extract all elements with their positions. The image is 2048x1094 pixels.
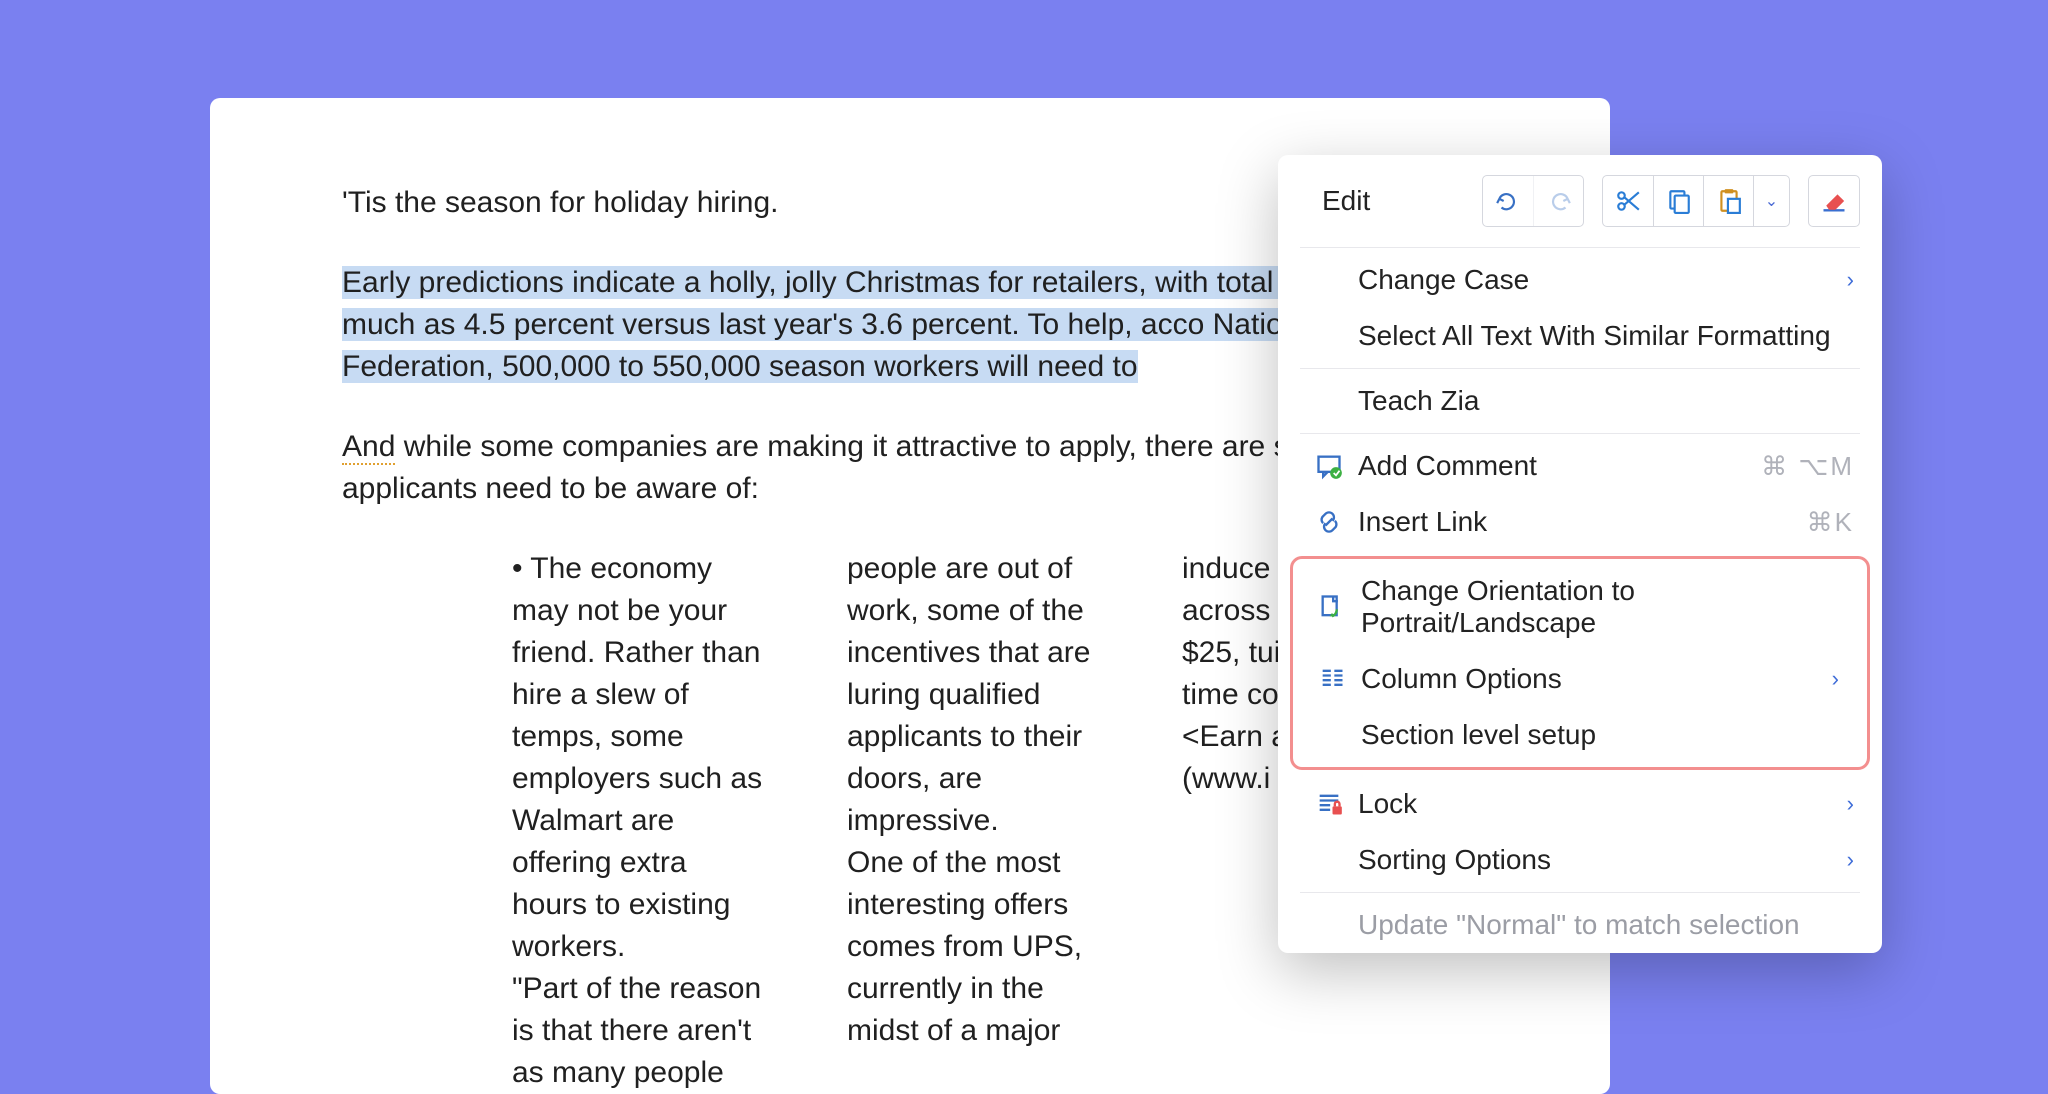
menu-item-column-options[interactable]: Column Options › — [1293, 651, 1867, 707]
undo-icon — [1495, 188, 1521, 214]
menu-item-insert-link[interactable]: Insert Link ⌘K — [1278, 494, 1882, 550]
context-menu: Edit ⌄ — [1278, 155, 1882, 953]
menu-separator — [1300, 368, 1860, 369]
lock-label: Lock — [1354, 788, 1847, 820]
menu-item-change-case[interactable]: Change Case › — [1278, 252, 1882, 308]
menu-item-lock[interactable]: Lock › — [1278, 776, 1882, 832]
menu-separator — [1300, 247, 1860, 248]
highlighted-menu-group: Change Orientation to Portrait/Landscape… — [1290, 556, 1870, 770]
menu-item-select-similar[interactable]: Select All Text With Similar Formatting — [1278, 308, 1882, 364]
menu-item-section-level-setup[interactable]: Section level setup — [1293, 707, 1867, 763]
chevron-down-icon: ⌄ — [1765, 191, 1778, 211]
column-2[interactable]: people are out of work, some of the ince… — [847, 548, 1102, 1094]
insert-link-label: Insert Link — [1354, 506, 1807, 538]
clear-formatting-button[interactable] — [1809, 176, 1859, 226]
copy-button[interactable] — [1653, 176, 1703, 226]
menu-separator — [1300, 892, 1860, 893]
eraser-icon — [1820, 187, 1848, 215]
undo-button[interactable] — [1483, 176, 1533, 226]
clear-format-group — [1808, 175, 1860, 227]
clipboard-group: ⌄ — [1602, 175, 1790, 227]
change-orientation-label: Change Orientation to Portrait/Landscape — [1357, 575, 1839, 639]
lock-icon — [1315, 790, 1343, 818]
menu-item-sorting-options[interactable]: Sorting Options › — [1278, 832, 1882, 888]
orientation-icon — [1318, 593, 1346, 621]
menu-separator — [1300, 433, 1860, 434]
add-comment-shortcut: ⌘ ⌥M — [1761, 451, 1854, 482]
chevron-right-icon: › — [1847, 847, 1854, 873]
add-comment-label: Add Comment — [1354, 450, 1761, 482]
copy-icon — [1666, 188, 1692, 214]
scissors-icon — [1615, 188, 1641, 214]
update-normal-label: Update "Normal" to match selection — [1354, 909, 1854, 941]
chevron-right-icon: › — [1847, 791, 1854, 817]
column-options-label: Column Options — [1357, 663, 1832, 695]
menu-item-update-normal[interactable]: Update "Normal" to match selection — [1278, 897, 1882, 953]
chevron-right-icon: › — [1832, 666, 1839, 692]
menu-item-change-orientation[interactable]: Change Orientation to Portrait/Landscape — [1293, 563, 1867, 651]
section-level-setup-label: Section level setup — [1357, 719, 1839, 751]
sorting-options-label: Sorting Options — [1354, 844, 1847, 876]
paste-icon — [1716, 188, 1742, 214]
redo-button — [1533, 176, 1583, 226]
menu-header: Edit ⌄ — [1278, 155, 1882, 243]
change-case-label: Change Case — [1354, 264, 1847, 296]
menu-item-add-comment[interactable]: Add Comment ⌘ ⌥M — [1278, 438, 1882, 494]
insert-link-shortcut: ⌘K — [1807, 507, 1854, 538]
paragraph-3-rest: while some companies are making it attra… — [342, 430, 1399, 505]
paste-button[interactable] — [1703, 176, 1753, 226]
column-1[interactable]: • The economy may not be your friend. Ra… — [512, 548, 767, 1094]
undo-redo-group — [1482, 175, 1584, 227]
spellcheck-word[interactable]: And — [342, 430, 395, 465]
comment-icon — [1315, 452, 1343, 480]
teach-zia-label: Teach Zia — [1354, 385, 1854, 417]
cut-button[interactable] — [1603, 176, 1653, 226]
menu-item-teach-zia[interactable]: Teach Zia — [1278, 373, 1882, 429]
paste-options-button[interactable]: ⌄ — [1753, 176, 1789, 226]
edit-label: Edit — [1322, 185, 1464, 217]
redo-icon — [1546, 188, 1572, 214]
columns-icon — [1318, 665, 1346, 693]
select-similar-label: Select All Text With Similar Formatting — [1354, 320, 1854, 352]
chevron-right-icon: › — [1847, 267, 1854, 293]
link-icon — [1315, 508, 1343, 536]
